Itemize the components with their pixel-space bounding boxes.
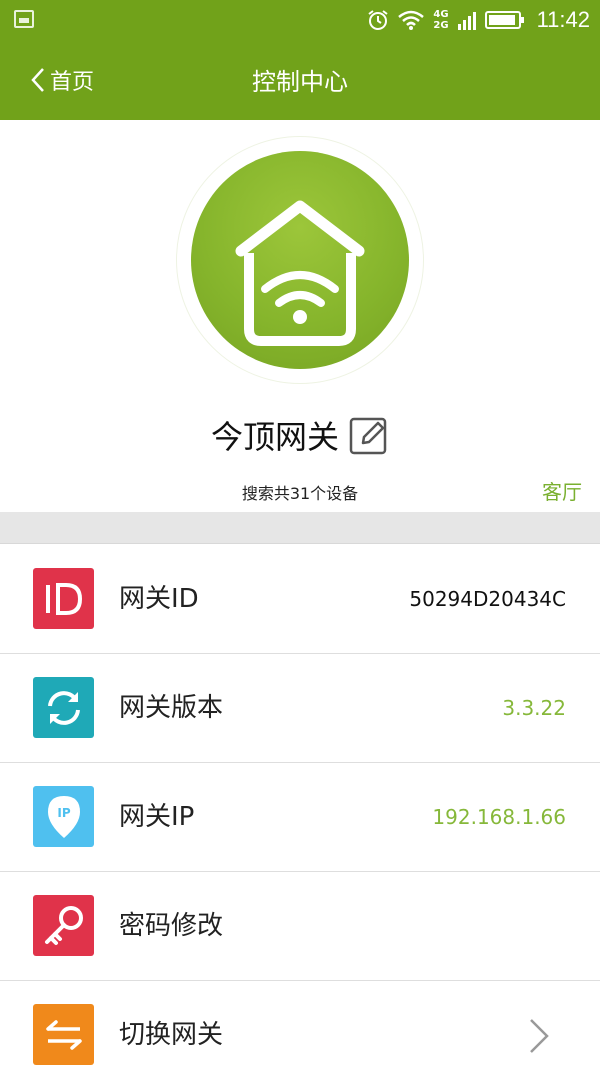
clock: 11:42 xyxy=(536,7,590,32)
wifi-icon xyxy=(398,10,425,30)
gateway-name: 今顶网关 xyxy=(210,418,339,456)
svg-text:IP: IP xyxy=(57,806,70,820)
item-label: 网关ID xyxy=(119,584,199,614)
gateway-name-row: 今顶网关 xyxy=(0,412,600,458)
list-item-gateway-ip[interactable]: IP 网关IP 192.168.1.66 xyxy=(0,763,600,872)
list-item-switch-gateway[interactable]: 切换网关 xyxy=(0,981,600,1067)
logo-circle xyxy=(191,151,409,369)
network-type-bottom: 2G xyxy=(433,20,449,31)
item-value: 192.168.1.66 xyxy=(432,805,566,829)
item-value: 3.3.22 xyxy=(502,696,566,720)
gateway-header: 今顶网关 搜索共31个设备 客厅 xyxy=(0,120,600,512)
list-item-change-password[interactable]: 密码修改 xyxy=(0,872,600,981)
battery-icon xyxy=(484,11,524,29)
page-title: 控制中心 xyxy=(252,68,348,96)
refresh-icon xyxy=(33,677,94,738)
status-bar: 4G 2G 11:42 xyxy=(0,0,600,40)
item-label: 密码修改 xyxy=(119,911,224,941)
item-value: 50294D20434C xyxy=(409,587,566,611)
gallery-notification-icon xyxy=(14,10,34,28)
signal-icon xyxy=(457,12,476,30)
device-count: 搜索共31个设备 xyxy=(241,484,359,503)
network-type-top: 4G xyxy=(433,9,449,20)
status-icons: 4G 2G 11:42 xyxy=(367,6,590,34)
switch-arrows-icon xyxy=(33,1004,94,1065)
alarm-icon xyxy=(368,10,389,30)
network-type: 4G 2G xyxy=(433,9,448,31)
id-icon xyxy=(33,568,94,629)
item-label: 切换网关 xyxy=(119,1020,224,1050)
list-item-gateway-version[interactable]: 网关版本 3.3.22 xyxy=(0,654,600,763)
room-selector[interactable]: 客厅 xyxy=(542,476,582,505)
chevron-right-icon xyxy=(530,1019,549,1053)
item-label: 网关版本 xyxy=(119,693,224,723)
list-item-gateway-id[interactable]: 网关ID 50294D20434C xyxy=(0,545,600,654)
ip-pin-icon: IP xyxy=(33,786,94,847)
nav-bar: 首页 控制中心 xyxy=(0,40,600,120)
smart-home-wifi-icon xyxy=(235,200,365,346)
settings-list: 网关ID 50294D20434C 网关版本 3.3.22 IP 网关IP 19… xyxy=(0,545,600,1067)
item-label: 网关IP xyxy=(119,802,195,832)
section-divider xyxy=(0,512,600,544)
gateway-logo xyxy=(176,136,424,384)
edit-name-button[interactable] xyxy=(349,415,389,455)
key-icon xyxy=(33,895,94,956)
